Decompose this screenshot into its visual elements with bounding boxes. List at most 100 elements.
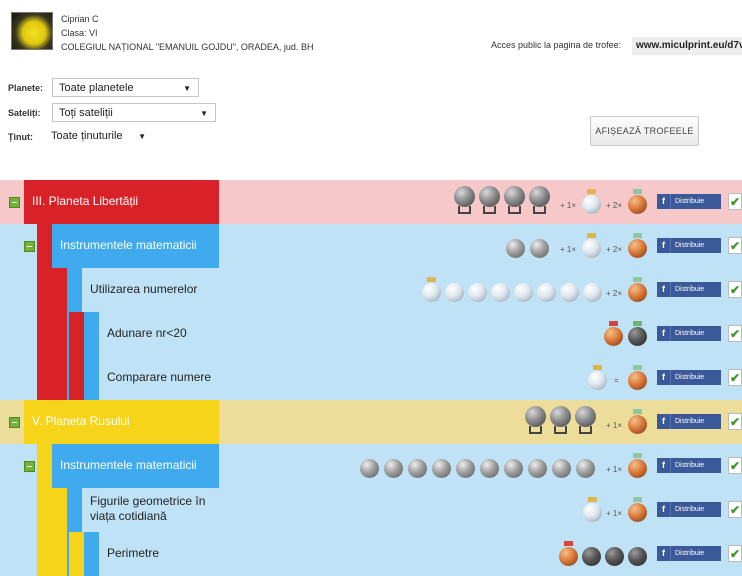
share-label: Distribuie [675, 374, 705, 381]
silver-medal-icon [491, 283, 510, 302]
facebook-share-button[interactable]: f Distribuie [657, 194, 721, 209]
ribbon-icon [564, 541, 573, 546]
gray-medal-icon [528, 459, 547, 478]
bronze-medal-icon [604, 327, 623, 346]
gray-medal-icon [384, 459, 403, 478]
collapse-toggle[interactable] [24, 241, 35, 252]
check-icon[interactable]: ✔ [728, 369, 742, 386]
satellites-label: Sateliți: [8, 108, 41, 118]
silver-medal-icon [583, 503, 602, 522]
bronze-medal-icon [628, 459, 647, 478]
row-label[interactable]: Utilizarea numerelor [90, 282, 220, 297]
silver-medal-icon [582, 195, 601, 214]
silver-medal-icon [422, 283, 441, 302]
globe-stand [483, 206, 496, 214]
check-icon[interactable]: ✔ [728, 325, 742, 342]
collapse-toggle[interactable] [24, 461, 35, 472]
bronze-medal-icon [559, 547, 578, 566]
show-trophies-button[interactable]: AFIȘEAZĂ TROFEELE [590, 116, 699, 146]
multiplier-label: + 1× [560, 245, 577, 254]
row-label[interactable]: Instrumentele matematicii [60, 458, 260, 473]
gray-medal-icon [552, 459, 571, 478]
facebook-icon: f [657, 370, 671, 385]
facebook-share-button[interactable]: f Distribuie [657, 282, 721, 297]
level-stripe [37, 444, 52, 488]
level-stripe [37, 356, 52, 400]
ribbon-icon [609, 321, 618, 326]
facebook-icon: f [657, 502, 671, 517]
level-stripe [37, 268, 52, 312]
dark-medal-icon [628, 327, 647, 346]
public-access-label: Acces public la pagina de trofee: [491, 40, 622, 50]
globe-ball [575, 406, 596, 427]
planets-label: Planete: [8, 83, 44, 93]
check-icon[interactable]: ✔ [728, 413, 742, 430]
lands-label: Ținut: [8, 132, 33, 142]
multiplier-label: + 1× [606, 421, 623, 430]
facebook-share-button[interactable]: f Distribuie [657, 238, 721, 253]
facebook-share-button[interactable]: f Distribuie [657, 546, 721, 561]
chevron-down-icon: ▼ [138, 132, 146, 141]
ribbon-icon [633, 453, 642, 458]
level-stripe [52, 312, 67, 356]
student-class: Clasa: VI [61, 28, 98, 38]
globe-trophy-icon [504, 186, 525, 214]
level-stripe [69, 532, 84, 576]
gray-medal-icon [456, 459, 475, 478]
row-label[interactable]: Perimetre [107, 546, 307, 561]
globe-trophy-icon [575, 406, 596, 434]
facebook-share-button[interactable]: f Distribuie [657, 370, 721, 385]
facebook-icon: f [657, 414, 671, 429]
check-icon[interactable]: ✔ [728, 457, 742, 474]
satellites-select[interactable]: Toți sateliții ▼ [52, 103, 216, 122]
ribbon-icon [427, 277, 436, 282]
multiplier-label: + 2× [606, 289, 623, 298]
level-stripe [67, 488, 82, 532]
public-url-field[interactable]: www.miculprint.eu/d7vh [632, 37, 742, 55]
check-icon[interactable]: ✔ [728, 193, 742, 210]
globe-trophy-icon [529, 186, 550, 214]
multiplier-label: + 1× [606, 465, 623, 474]
bronze-medal-icon [628, 371, 647, 390]
row-label[interactable]: Instrumentele matematicii [60, 238, 260, 253]
trophy-row: Perimetre f Distribuie ✔ [0, 532, 742, 576]
dark-medal-icon [628, 547, 647, 566]
level-stripe [84, 532, 99, 576]
row-label[interactable]: Figurile geometrice în viața cotidiană [90, 494, 220, 524]
share-label: Distribuie [675, 506, 705, 513]
bronze-medal-icon [628, 415, 647, 434]
level-stripe [84, 356, 99, 400]
facebook-share-button[interactable]: f Distribuie [657, 326, 721, 341]
ribbon-icon [633, 189, 642, 194]
collapse-toggle[interactable] [9, 197, 20, 208]
lands-select[interactable]: Toate ținuturile ▼ [45, 127, 153, 146]
gray-medal-icon [432, 459, 451, 478]
check-icon[interactable]: ✔ [728, 237, 742, 254]
row-label[interactable]: Comparare numere [107, 370, 307, 385]
check-icon[interactable]: ✔ [728, 501, 742, 518]
check-icon[interactable]: ✔ [728, 545, 742, 562]
check-icon[interactable]: ✔ [728, 281, 742, 298]
multiplier-label: + 2× [606, 245, 623, 254]
facebook-share-button[interactable]: f Distribuie [657, 502, 721, 517]
collapse-toggle[interactable] [9, 417, 20, 428]
silver-medal-icon [560, 283, 579, 302]
row-label[interactable]: V. Planeta Rusului [32, 414, 232, 429]
globe-trophy-icon [550, 406, 571, 434]
row-label[interactable]: III. Planeta Libertății [32, 194, 232, 209]
facebook-share-button[interactable]: f Distribuie [657, 458, 721, 473]
level-stripe [52, 268, 67, 312]
gray-medal-icon [506, 239, 525, 258]
trophy-row: Instrumentele matematicii f Distribuie ✔ + 2… [0, 224, 742, 268]
ribbon-icon [588, 497, 597, 502]
ribbon-icon [587, 233, 596, 238]
silver-medal-icon [582, 239, 601, 258]
globe-stand [458, 206, 471, 214]
level-stripe [37, 532, 52, 576]
row-label[interactable]: Adunare nr<20 [107, 326, 307, 341]
planets-select[interactable]: Toate planetele ▼ [52, 78, 199, 97]
trophy-row: Instrumentele matematicii f Distribuie ✔ + 1… [0, 444, 742, 488]
globe-ball [529, 186, 550, 207]
facebook-share-button[interactable]: f Distribuie [657, 414, 721, 429]
multiplier-label: + 1× [560, 201, 577, 210]
